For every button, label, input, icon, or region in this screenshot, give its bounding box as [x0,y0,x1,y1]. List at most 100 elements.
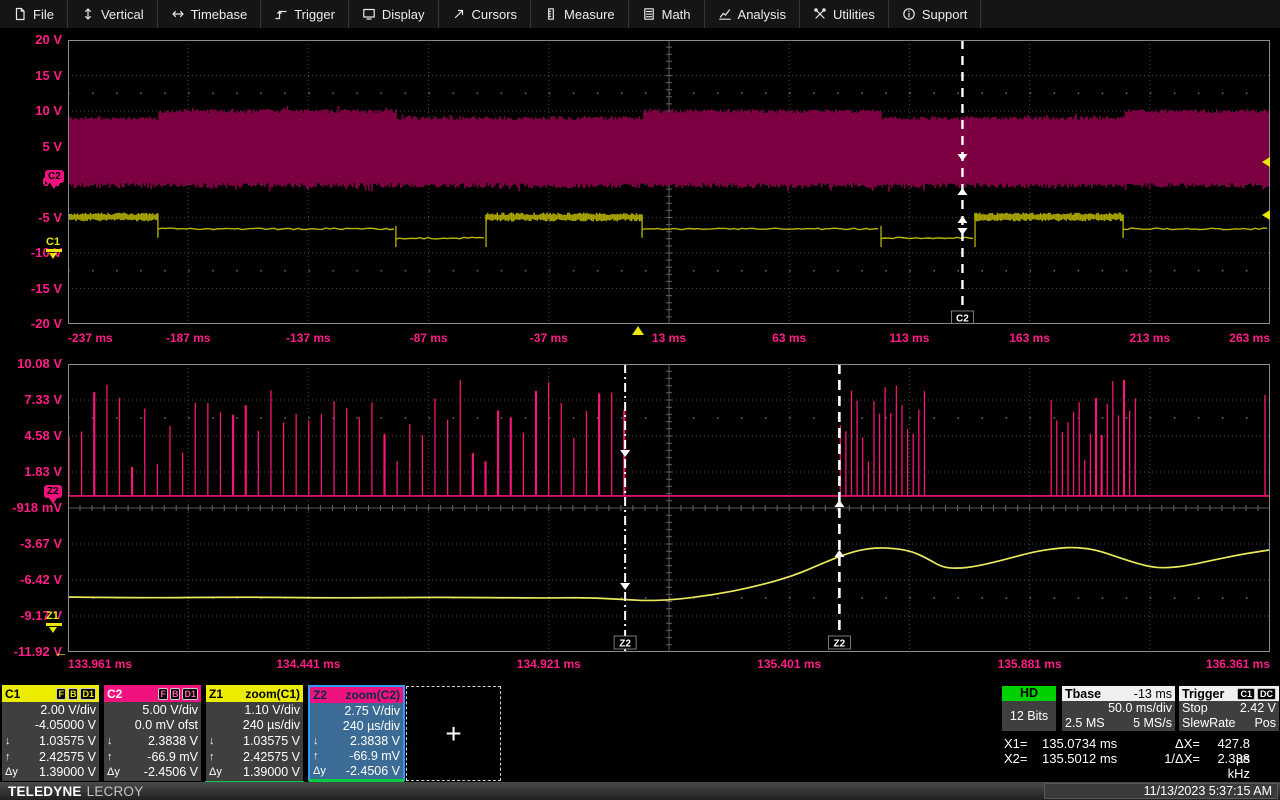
trigger-mode: Stop [1182,701,1208,715]
trace-descriptor-c1[interactable]: C1 F B D1 2.00 V/div -4.05000 V ↓ 1.03575 V ↑ 2.4… [2,685,99,781]
z1-offset-marker[interactable]: Z1 [46,610,59,622]
c1-offset-marker[interactable]: C1 [46,236,60,248]
y-axis-label: 5 V [42,138,62,154]
menu-item-utilities[interactable]: Utilities [800,0,889,28]
x-axis-label: 135.401 ms [757,657,822,671]
plus-icon: + [445,717,462,749]
menu-item-vertical[interactable]: Vertical [68,0,158,28]
brand-teledyne: TELEDYNE [8,783,82,799]
main-timebase-grid[interactable]: C2 [67,40,1271,325]
menu-item-display[interactable]: Display [349,0,439,28]
c1-level-indicator-icon[interactable] [1262,210,1270,220]
brand-lecroy: LECROY [86,783,144,799]
x-axis-label: 63 ms [772,331,807,345]
line-chart-icon [718,9,731,20]
menu-item-cursors[interactable]: Cursors [439,0,532,28]
y-axis-label: -5 V [38,209,62,225]
menu-item-label: Trigger [294,6,335,22]
invdx-label: 1/ΔX= [1164,751,1200,766]
x1-label: X1= [1004,736,1028,751]
menu-item-label: Display [381,6,425,22]
dx-value: 427.8 µs [1217,736,1250,766]
timebase-samples: 2.5 MS [1065,716,1105,730]
x-axis-label: 135.881 ms [997,657,1062,671]
descriptor-row: Δy 1.39000 V [209,765,300,780]
dx-label: ΔX= [1175,736,1200,751]
y-axis-label: -11.92 V [13,644,62,659]
trigger-position-marker[interactable] [631,326,644,335]
hd-mode-box[interactable]: HD 12 Bits [1002,686,1056,731]
menu-item-timebase[interactable]: Timebase [158,0,262,28]
menu-item-trigger[interactable]: Trigger [261,0,349,28]
timebase-rate: 5 MS/s [1133,716,1172,730]
hd-label: HD [1002,686,1056,701]
trace-descriptor-z1[interactable]: Z1 zoom(C1) 1.10 V/div 240 µs/div ↓ 1.03575 V… [205,685,304,784]
x2-value: 135.5012 ms [1042,751,1118,766]
descriptor-row: -4.05000 V [34,718,96,733]
y-axis-label: -20 V [30,316,62,331]
c2-offset-marker[interactable]: C2 [45,170,64,183]
trace-descriptor-c2[interactable]: C2 F B D1 5.00 V/div 0.0 mV ofst ↓ 2.3838 V ↑ -66… [104,685,201,781]
trace-id-label: Z2 [313,688,328,702]
menu-item-label: Utilities [832,6,875,22]
zoom-source-label: zoom(C2) [345,688,400,702]
menu-item-measure[interactable]: Measure [531,0,629,28]
x-axis-label: -137 ms [286,331,331,345]
trace-descriptor-z2[interactable]: Z2 zoom(C2) 2.75 V/div 240 µs/div ↓ 2.3838 V ↑… [308,685,405,782]
trace-id-label: C1 [5,686,21,701]
file-icon [15,7,25,21]
timebase-scale: 50.0 ms/div [1108,701,1172,715]
trigger-slope: Pos [1254,716,1276,730]
add-trace-button[interactable]: + [406,686,501,781]
trace-id-label: Z1 [209,686,224,701]
y-axis-label: 20 V [35,32,62,47]
trace-id-label: C2 [107,686,123,701]
descriptor-row: 240 µs/div [242,718,300,733]
descriptor-row: 0.0 mV ofst [134,718,198,733]
x-axis-label: -87 ms [409,331,448,345]
zoom-grid[interactable]: Z2 Z2 [67,364,1271,653]
x-axis-label: 133.961 ms [68,657,133,671]
menu-bar: File Vertical Timebase Trigger Display Cursor… [0,0,1280,29]
descriptor-row: Δy -2.4506 V [313,764,400,779]
timebase-summary-box[interactable]: Tbase -13 ms 50.0 ms/div 2.5 MS 5 MS/s [1062,686,1175,731]
y-axis-label: -15 V [30,280,62,296]
trigger-summary-box[interactable]: Trigger C1 DC Stop 2.42 V SlewRate Pos [1179,686,1279,731]
menu-item-label: Measure [564,6,615,22]
x1-value: 135.0734 ms [1042,736,1118,751]
invdx-value: 2.338 kHz [1217,751,1250,781]
menu-item-file[interactable]: File [0,0,68,28]
cursor-arrow-icon [454,9,463,19]
datetime-display: 11/13/2023 5:37:15 AM [1044,783,1278,799]
badge-b: B [169,687,181,700]
menu-item-label: Cursors [471,6,518,22]
x-axis-label: 136.361 ms [1205,657,1270,671]
c2-level-indicator-icon[interactable] [1262,157,1270,167]
descriptor-row: ↓ 2.3838 V [313,733,400,748]
z2-offset-marker[interactable]: Z2 [44,485,62,498]
descriptor-row: ↑ 2.42575 V [209,749,300,764]
oscilloscope-app: File Vertical Timebase Trigger Display Cursor… [0,0,1280,800]
cursor-label: Z2 [834,639,846,650]
menu-item-math[interactable]: Math [629,0,705,28]
trigger-type: SlewRate [1182,716,1236,730]
trigger-level: 2.42 V [1239,701,1276,715]
trigger-coupling-badge: DC [1257,687,1276,700]
x-axis-label: -187 ms [165,331,211,345]
menu-item-label: Timebase [190,6,248,22]
cursor-label: Z2 [619,639,631,650]
menu-item-label: Math [661,6,691,22]
menu-item-analysis[interactable]: Analysis [705,0,800,28]
y-axis-label: -3.67 V [20,536,62,551]
descriptor-row: ↓ 2.3838 V [107,733,198,748]
ruler-icon [548,8,554,20]
descriptor-row: 240 µs/div [342,718,400,733]
y-axis-label: 7.33 V [24,392,62,407]
x-axis-label: 134.441 ms [276,657,341,671]
horizontal-arrows-icon [171,11,184,17]
menu-item-support[interactable]: Support [889,0,982,28]
trigger-title: Trigger [1182,686,1225,701]
trigger-source-badge: C1 [1237,687,1255,700]
descriptor-row: Δy 1.39000 V [5,765,96,780]
menu-item-label: Support [921,6,968,22]
